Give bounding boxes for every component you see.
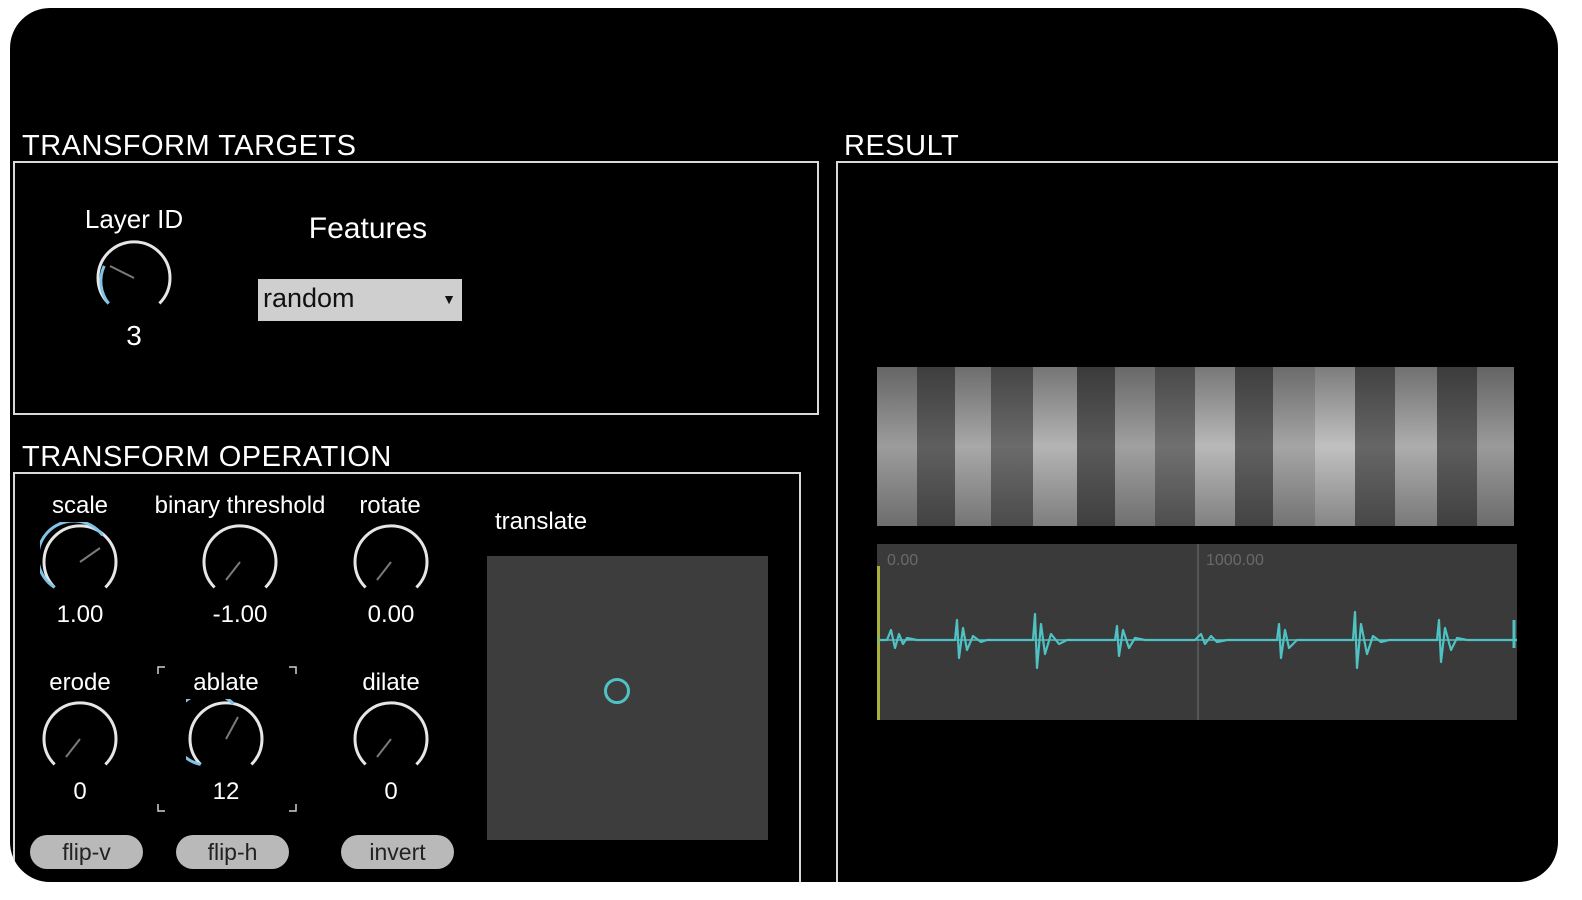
- translate-xy-pad[interactable]: [487, 556, 768, 840]
- transform-targets-title: TRANSFORM TARGETS: [22, 130, 357, 162]
- knob-track: [353, 524, 429, 589]
- invert-button[interactable]: invert: [341, 835, 454, 869]
- knob-track: [353, 701, 429, 766]
- scale-value: 1.00: [56, 601, 104, 628]
- knob-track: [188, 701, 264, 766]
- knob-pointer: [376, 561, 392, 581]
- ablate-value: 12: [212, 778, 240, 805]
- result-title: RESULT: [844, 130, 960, 162]
- rotate-label: rotate: [359, 492, 421, 519]
- ablate-knob[interactable]: [186, 699, 266, 779]
- knob-track: [202, 524, 278, 589]
- result-image: [877, 367, 1514, 526]
- knob-pointer: [109, 265, 135, 279]
- dilate-knob[interactable]: [351, 699, 431, 779]
- features-dropdown[interactable]: random ▼: [258, 279, 462, 321]
- layer-id-value: 3: [126, 320, 142, 351]
- waveform-view[interactable]: 0.00 1000.00: [877, 544, 1517, 720]
- knob-pointer: [79, 547, 101, 563]
- knob-pointer: [65, 738, 81, 758]
- erode-label: erode: [49, 669, 111, 696]
- knob-pointer: [225, 561, 241, 581]
- erode-knob[interactable]: [40, 699, 120, 779]
- waveform-signal: [877, 610, 1517, 670]
- binary-threshold-value: -1.00: [212, 601, 268, 628]
- scale-label: scale: [51, 492, 109, 519]
- knob-pointer: [376, 738, 392, 758]
- layer-id-knob[interactable]: [94, 238, 174, 318]
- layer-id-label: Layer ID: [84, 204, 184, 234]
- features-selected-value: random: [263, 283, 355, 313]
- translate-label: translate: [495, 508, 588, 535]
- knob-active-arc: [99, 265, 110, 305]
- app-window: TRANSFORM TARGETS Layer ID 3 Features ra…: [10, 8, 1558, 882]
- knob-active-arc: [40, 522, 104, 589]
- binary-threshold-knob[interactable]: [200, 522, 280, 602]
- knob-track: [42, 701, 118, 766]
- binary-threshold-label: binary threshold: [154, 492, 326, 519]
- transform-operation-title: TRANSFORM OPERATION: [22, 441, 392, 473]
- knob-pointer: [225, 716, 239, 740]
- knob-track: [96, 240, 172, 305]
- flip-v-button[interactable]: flip-v: [30, 835, 143, 869]
- scale-knob[interactable]: [40, 522, 120, 602]
- ablate-label: ablate: [193, 669, 259, 696]
- dilate-label: dilate: [362, 669, 420, 696]
- knob-track: [42, 524, 118, 589]
- features-label: Features: [308, 212, 428, 245]
- rotate-knob[interactable]: [351, 522, 431, 602]
- dropdown-arrow-icon: ▼: [442, 291, 456, 307]
- erode-value: 0: [73, 778, 87, 805]
- dilate-value: 0: [384, 778, 398, 805]
- rotate-value: 0.00: [367, 601, 415, 628]
- flip-h-button[interactable]: flip-h: [176, 835, 289, 869]
- translate-handle[interactable]: [604, 678, 630, 704]
